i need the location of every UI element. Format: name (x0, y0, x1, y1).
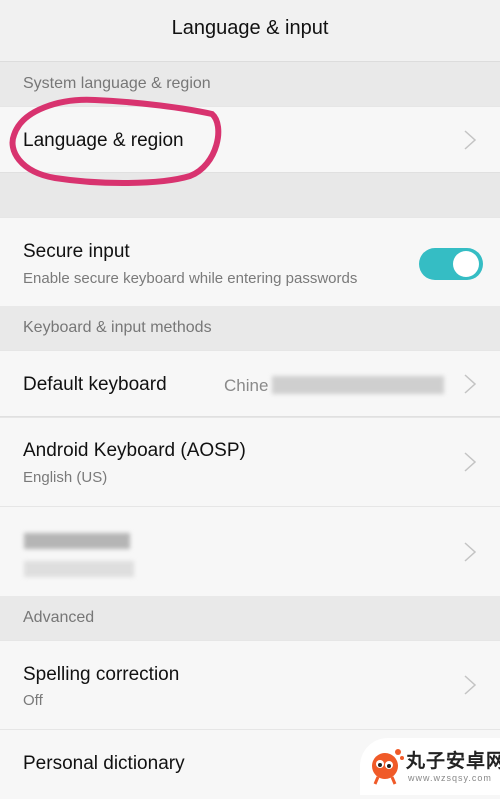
redacted-keyboard-item[interactable] (0, 506, 500, 597)
personal-dictionary-label: Personal dictionary (23, 753, 185, 774)
section-header-advanced: Advanced (0, 596, 500, 640)
default-keyboard-label: Default keyboard (23, 374, 167, 395)
secure-input-label: Secure input (23, 241, 130, 262)
section-header-keyboard: Keyboard & input methods (0, 306, 500, 350)
secure-input-item[interactable]: Secure input Enable secure keyboard whil… (0, 217, 500, 307)
page-title: Language & input (171, 17, 329, 39)
redacted-description (24, 561, 134, 577)
mascot-icon (372, 749, 404, 785)
chevron-right-icon (462, 450, 478, 474)
android-keyboard-label: Android Keyboard (AOSP) (23, 440, 246, 461)
chevron-right-icon (462, 372, 478, 396)
redacted-label (24, 533, 130, 549)
chevron-right-icon (462, 540, 478, 564)
language-region-label: Language & region (23, 130, 184, 151)
watermark: 丸子安卓网 www.wzsqsy.com (360, 738, 500, 795)
secure-input-toggle[interactable] (419, 248, 483, 280)
section-header-system-language: System language & region (0, 62, 500, 106)
language-region-item[interactable]: Language & region (0, 106, 500, 173)
toggle-knob (453, 251, 479, 277)
section-label: Keyboard & input methods (23, 319, 212, 336)
spelling-correction-label: Spelling correction (23, 664, 180, 685)
spelling-correction-status: Off (23, 692, 43, 709)
android-keyboard-description: English (US) (23, 469, 108, 486)
watermark-name: 丸子安卓网 (406, 751, 500, 772)
top-bar: Language & input (0, 0, 500, 62)
default-keyboard-value: Chine (224, 376, 269, 395)
redacted-value (272, 376, 444, 394)
chevron-right-icon (462, 673, 478, 697)
spelling-correction-item[interactable]: Spelling correction Off (0, 640, 500, 730)
secure-input-description: Enable secure keyboard while entering pa… (23, 270, 358, 287)
android-keyboard-item[interactable]: Android Keyboard (AOSP) English (US) (0, 417, 500, 507)
watermark-url: www.wzsqsy.com (408, 773, 492, 783)
section-label: Advanced (23, 609, 95, 626)
chevron-right-icon (462, 128, 478, 152)
default-keyboard-item[interactable]: Default keyboard Chine (0, 350, 500, 417)
section-label: System language & region (23, 75, 211, 92)
